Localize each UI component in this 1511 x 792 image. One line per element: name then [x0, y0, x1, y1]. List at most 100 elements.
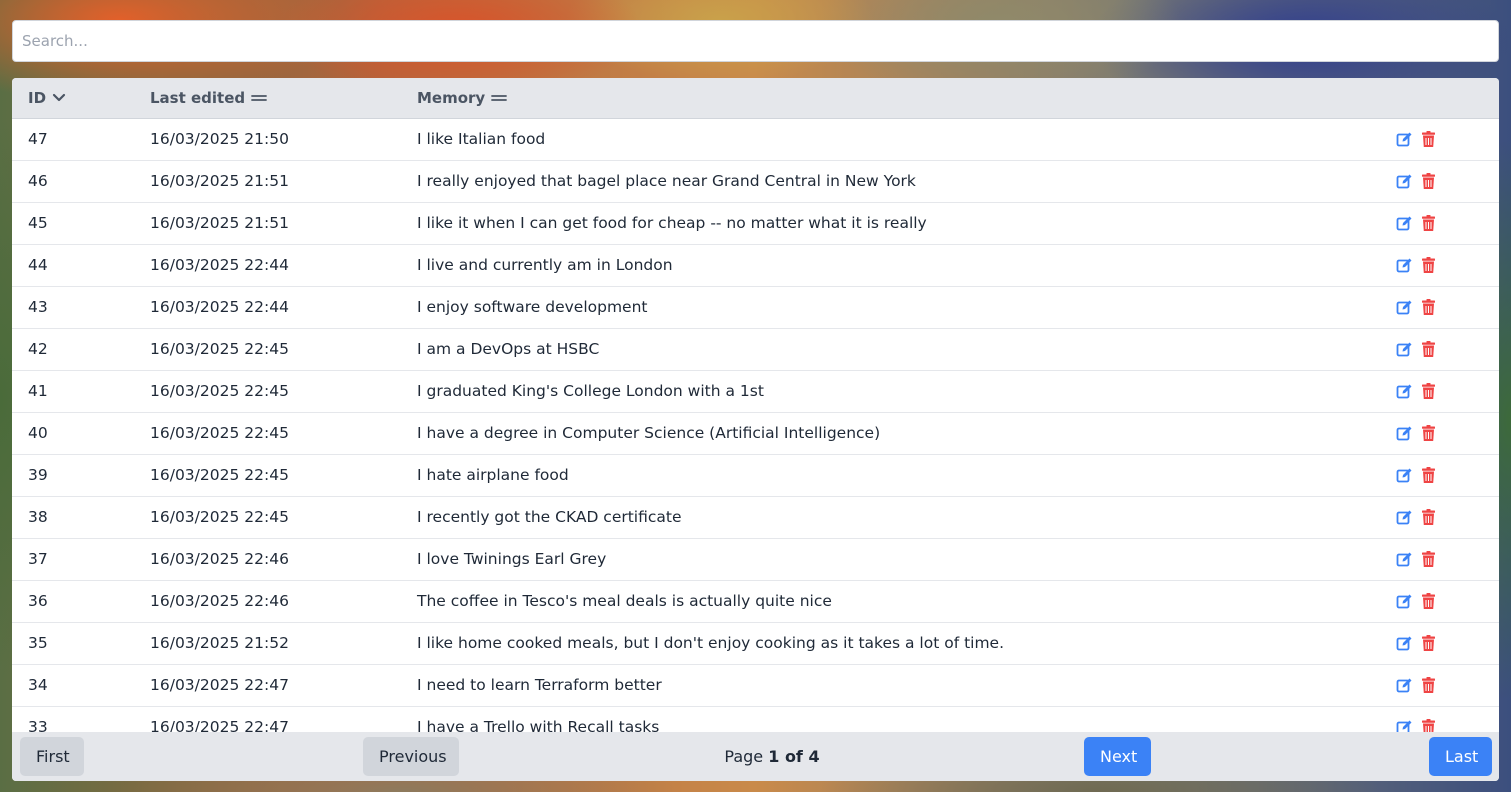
column-header-id[interactable]: ID	[28, 78, 66, 118]
cell-id: 35	[28, 634, 48, 652]
cell-last-edited: 16/03/2025 22:45	[150, 466, 289, 484]
cell-last-edited: 16/03/2025 22:44	[150, 256, 289, 274]
row-actions	[1396, 203, 1438, 243]
search-input[interactable]	[12, 20, 1499, 62]
table-body: 47 16/03/2025 21:50 I like Italian food 46 1…	[12, 119, 1499, 749]
chevron-down-icon	[52, 93, 66, 103]
table-row: 44 16/03/2025 22:44 I live and currently a…	[12, 245, 1499, 287]
trash-icon[interactable]	[1421, 592, 1438, 610]
cell-id: 40	[28, 424, 48, 442]
cell-memory: I hate airplane food	[417, 466, 569, 484]
cell-last-edited: 16/03/2025 22:45	[150, 508, 289, 526]
table-row: 38 16/03/2025 22:45 I recently got the CKA…	[12, 497, 1499, 539]
cell-memory: The coffee in Tesco's meal deals is actu…	[417, 592, 832, 610]
table-row: 47 16/03/2025 21:50 I like Italian food	[12, 119, 1499, 161]
cell-last-edited: 16/03/2025 22:45	[150, 382, 289, 400]
cell-id: 47	[28, 130, 48, 148]
edit-icon[interactable]	[1396, 131, 1413, 148]
trash-icon[interactable]	[1421, 676, 1438, 694]
row-actions	[1396, 581, 1438, 621]
edit-icon[interactable]	[1396, 383, 1413, 400]
trash-icon[interactable]	[1421, 256, 1438, 274]
cell-last-edited: 16/03/2025 21:52	[150, 634, 289, 652]
page-of-word: of	[784, 747, 803, 766]
row-actions	[1396, 413, 1438, 453]
column-header-memory-label: Memory	[417, 89, 486, 107]
table-row: 40 16/03/2025 22:45 I have a degree in Com…	[12, 413, 1499, 455]
cell-id: 36	[28, 592, 48, 610]
edit-icon[interactable]	[1396, 173, 1413, 190]
next-page-button[interactable]: Next	[1084, 737, 1151, 776]
cell-last-edited: 16/03/2025 22:45	[150, 424, 289, 442]
edit-icon[interactable]	[1396, 299, 1413, 316]
cell-id: 34	[28, 676, 48, 694]
row-actions	[1396, 665, 1438, 705]
trash-icon[interactable]	[1421, 634, 1438, 652]
cell-last-edited: 16/03/2025 22:47	[150, 676, 289, 694]
row-actions	[1396, 329, 1438, 369]
total-pages: 4	[808, 747, 820, 766]
trash-icon[interactable]	[1421, 214, 1438, 232]
edit-icon[interactable]	[1396, 551, 1413, 568]
edit-icon[interactable]	[1396, 425, 1413, 442]
column-header-last-edited-label: Last edited	[150, 89, 246, 107]
cell-memory: I like home cooked meals, but I don't en…	[417, 634, 1005, 652]
edit-icon[interactable]	[1396, 341, 1413, 358]
table-row: 42 16/03/2025 22:45 I am a DevOps at HSBC	[12, 329, 1499, 371]
cell-last-edited: 16/03/2025 22:46	[150, 550, 289, 568]
cell-last-edited: 16/03/2025 22:44	[150, 298, 289, 316]
cell-last-edited: 16/03/2025 21:51	[150, 172, 289, 190]
column-header-last-edited[interactable]: Last edited	[150, 78, 268, 118]
edit-icon[interactable]	[1396, 467, 1413, 484]
current-page: 1	[768, 747, 780, 766]
cell-id: 39	[28, 466, 48, 484]
trash-icon[interactable]	[1421, 130, 1438, 148]
cell-memory: I really enjoyed that bagel place near G…	[417, 172, 916, 190]
trash-icon[interactable]	[1421, 466, 1438, 484]
edit-icon[interactable]	[1396, 215, 1413, 232]
cell-id: 44	[28, 256, 48, 274]
table-row: 36 16/03/2025 22:46 The coffee in Tesco's …	[12, 581, 1499, 623]
cell-id: 38	[28, 508, 48, 526]
table-row: 34 16/03/2025 22:47 I need to learn Terraf…	[12, 665, 1499, 707]
previous-page-button[interactable]: Previous	[363, 737, 459, 776]
search-container	[12, 20, 1499, 62]
row-actions	[1396, 623, 1438, 663]
trash-icon[interactable]	[1421, 424, 1438, 442]
trash-icon[interactable]	[1421, 298, 1438, 316]
sort-handle-icon	[251, 94, 268, 102]
cell-last-edited: 16/03/2025 21:50	[150, 130, 289, 148]
column-header-memory[interactable]: Memory	[417, 78, 508, 118]
trash-icon[interactable]	[1421, 508, 1438, 526]
trash-icon[interactable]	[1421, 172, 1438, 190]
edit-icon[interactable]	[1396, 257, 1413, 274]
pagination-bar: First Previous Page 1 of 4 Next Last	[12, 732, 1499, 781]
cell-last-edited: 16/03/2025 21:51	[150, 214, 289, 232]
edit-icon[interactable]	[1396, 677, 1413, 694]
first-page-button[interactable]: First	[20, 737, 84, 776]
page-indicator: Page 1 of 4	[702, 732, 842, 781]
cell-memory: I enjoy software development	[417, 298, 648, 316]
cell-id: 43	[28, 298, 48, 316]
table-row: 46 16/03/2025 21:51 I really enjoyed that …	[12, 161, 1499, 203]
last-page-button[interactable]: Last	[1429, 737, 1492, 776]
edit-icon[interactable]	[1396, 509, 1413, 526]
cell-last-edited: 16/03/2025 22:46	[150, 592, 289, 610]
trash-icon[interactable]	[1421, 550, 1438, 568]
cell-id: 42	[28, 340, 48, 358]
edit-icon[interactable]	[1396, 593, 1413, 610]
edit-icon[interactable]	[1396, 635, 1413, 652]
row-actions	[1396, 497, 1438, 537]
row-actions	[1396, 455, 1438, 495]
row-actions	[1396, 287, 1438, 327]
row-actions	[1396, 539, 1438, 579]
trash-icon[interactable]	[1421, 340, 1438, 358]
cell-memory: I am a DevOps at HSBC	[417, 340, 600, 358]
table-row: 35 16/03/2025 21:52 I like home cooked mea…	[12, 623, 1499, 665]
cell-memory: I love Twinings Earl Grey	[417, 550, 607, 568]
cell-memory: I need to learn Terraform better	[417, 676, 662, 694]
trash-icon[interactable]	[1421, 382, 1438, 400]
cell-id: 37	[28, 550, 48, 568]
cell-memory: I like Italian food	[417, 130, 546, 148]
table-row: 45 16/03/2025 21:51 I like it when I can g…	[12, 203, 1499, 245]
